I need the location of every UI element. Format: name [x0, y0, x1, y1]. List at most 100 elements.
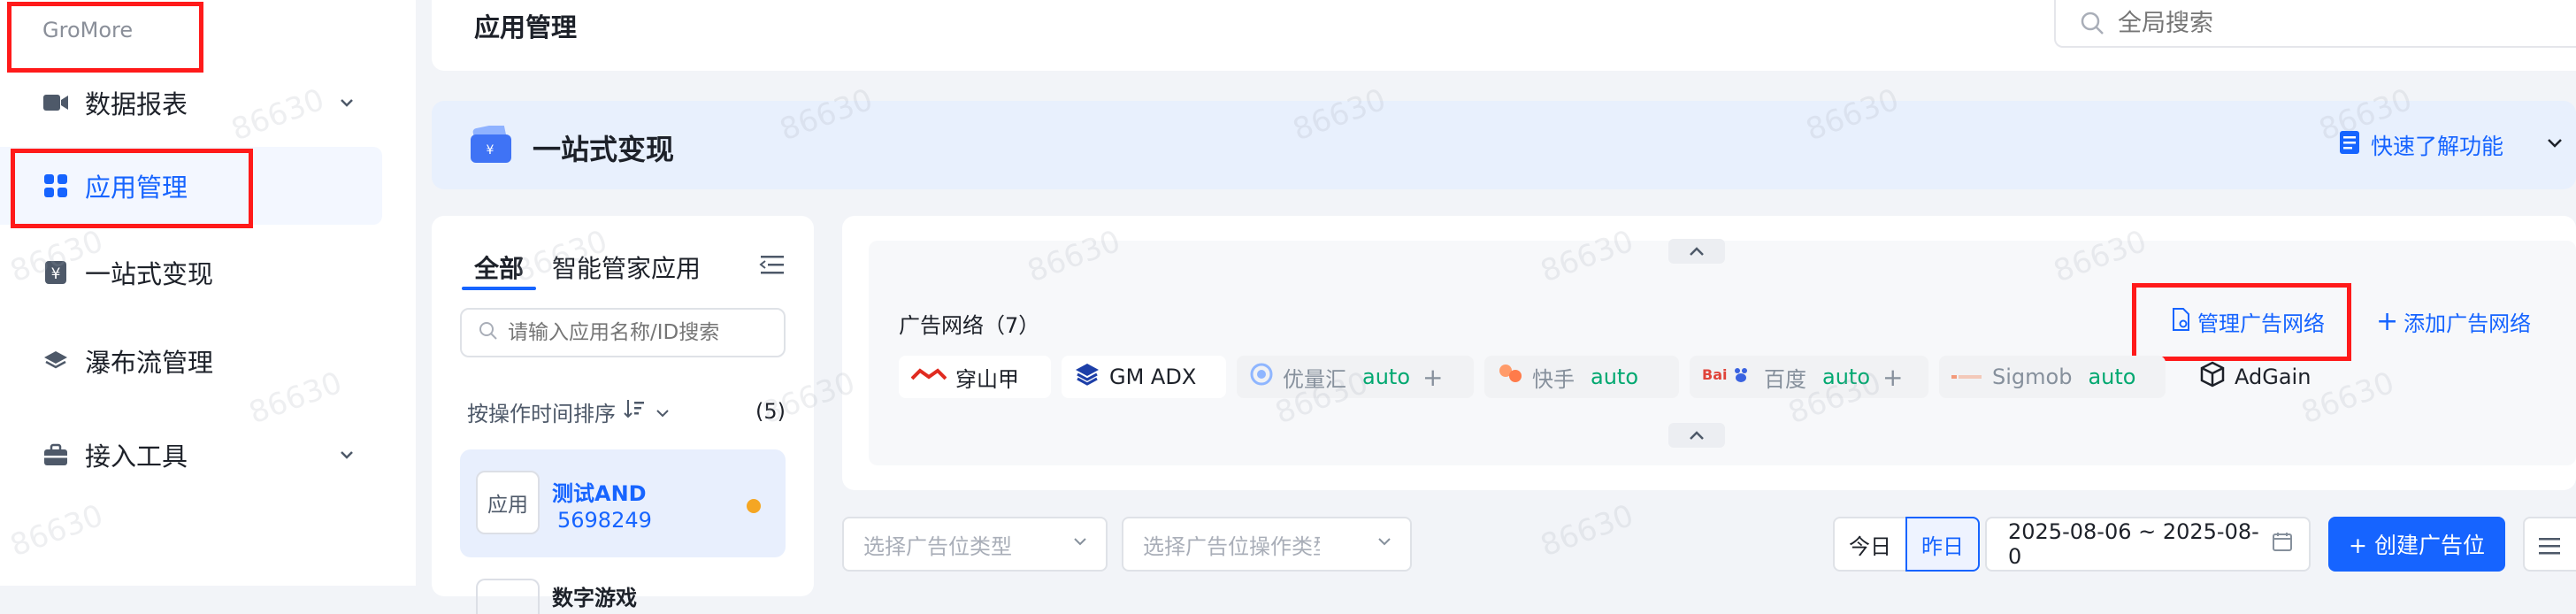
add-ad-network-button[interactable]: + 添加广告网络 — [2376, 306, 2531, 337]
pangle-icon — [910, 365, 947, 389]
chevron-down-icon[interactable] — [653, 403, 672, 428]
network-chip-pangle[interactable]: 穿山甲 — [899, 356, 1051, 398]
network-name: Sigmob — [1992, 365, 2073, 389]
ad-network-panel: 广告网络（7） 管理广告网络 + 添加广告网络 穿山甲 GM ADX 优量汇 a… — [842, 216, 2576, 490]
auto-badge: auto — [1591, 365, 1639, 389]
sidebar-item-waterfall[interactable]: 瀑布流管理 — [0, 322, 382, 400]
top-bar: 应用管理 — [432, 0, 2576, 71]
today-button[interactable]: 今日 — [1833, 517, 1907, 572]
add-ad-network-label: 添加广告网络 — [2404, 311, 2532, 336]
sort-label[interactable]: 按操作时间排序 — [467, 396, 616, 427]
sidebar-item-integration-tools[interactable]: 接入工具 — [0, 416, 382, 494]
network-chip-sigmob[interactable]: Sigmob auto — [1939, 356, 2166, 398]
collapse-up-button[interactable] — [1668, 423, 1725, 448]
sidebar-item-monetization[interactable]: ¥ 一站式变现 — [0, 234, 382, 311]
banner-title: 一站式变现 — [533, 133, 675, 166]
manage-ad-network-label: 管理广告网络 — [2197, 311, 2325, 336]
chevron-down-icon — [336, 444, 357, 465]
tab-underline — [462, 287, 536, 290]
file-settings-icon — [2171, 307, 2190, 336]
network-chip-baidu[interactable]: Bai 百度 auto + — [1690, 356, 1928, 398]
search-icon — [478, 320, 499, 345]
sidebar-item-data-report[interactable]: 数据报表 — [0, 64, 382, 142]
date-range-picker[interactable]: 2025-08-06 ~ 2025-08-0 — [1985, 517, 2311, 572]
global-search-input[interactable] — [2118, 9, 2420, 37]
app-search-input[interactable] — [508, 321, 764, 344]
network-name: GM ADX — [1109, 365, 1197, 389]
manage-ad-network-button[interactable]: 管理广告网络 — [2171, 306, 2325, 337]
brand-logo: GroMore — [42, 18, 134, 42]
ylh-icon — [1249, 362, 1274, 392]
sidebar-item-app-management[interactable]: 应用管理 — [0, 147, 382, 225]
sidebar-item-label: 一站式变现 — [85, 259, 214, 289]
plus-icon[interactable]: + — [1422, 363, 1443, 392]
more-options-button[interactable] — [2523, 517, 2576, 572]
app-list-item[interactable]: 数字游戏 — [460, 579, 786, 614]
app-name: 数字游戏 — [552, 586, 637, 610]
global-search-box[interactable] — [2054, 0, 2576, 48]
gm-adx-icon — [1074, 361, 1100, 393]
collapse-up-button[interactable] — [1668, 239, 1725, 264]
sidebar-item-label: 应用管理 — [85, 173, 188, 203]
quick-learn-link[interactable]: 快速了解功能 — [2339, 129, 2565, 161]
network-chip-kuaishou[interactable]: 快手 auto — [1484, 356, 1679, 398]
status-dot — [747, 499, 761, 513]
app-list-panel: 全部 智能管家应用 按操作时间排序 (5) 应用 测试AND 5698249 数… — [432, 216, 814, 614]
auto-badge: auto — [2088, 365, 2136, 389]
chevron-down-icon — [336, 92, 357, 113]
quick-learn-label: 快速了解功能 — [2371, 134, 2504, 159]
create-ad-slot-button[interactable]: + 创建广告位 — [2328, 517, 2505, 572]
page-title: 应用管理 — [474, 12, 578, 42]
slot-type-placeholder: 选择广告位类型 — [863, 533, 1012, 559]
app-avatar: 应用 — [476, 471, 540, 534]
chevron-down-icon[interactable] — [2544, 132, 2565, 158]
svg-text:¥: ¥ — [487, 143, 494, 157]
toolbox-icon — [41, 440, 71, 470]
sidebar: GroMore 数据报表 应用管理 ¥ 一站式变现 瀑布流管理 接入工具 — [0, 0, 416, 586]
app-id: 5698249 — [557, 508, 652, 533]
tab-smart-manager[interactable]: 智能管家应用 — [552, 249, 701, 285]
yen-icon: ¥ — [41, 257, 71, 288]
network-chip-gm-adx[interactable]: GM ADX — [1062, 356, 1226, 398]
chevron-down-icon — [1375, 532, 1394, 556]
adgain-icon — [2199, 361, 2226, 393]
sidebar-item-label: 瀑布流管理 — [85, 348, 214, 378]
sort-icon[interactable] — [623, 397, 646, 426]
network-name: 百度 — [1764, 366, 1806, 392]
monetization-banner: ¥ 一站式变现 快速了解功能 — [432, 101, 2576, 189]
network-name: AdGain — [2235, 365, 2312, 389]
video-report-icon — [41, 88, 71, 118]
app-count: (5) — [755, 399, 786, 424]
auto-badge: auto — [1362, 365, 1411, 389]
search-icon — [2079, 10, 2105, 36]
plus-icon[interactable]: + — [1882, 363, 1903, 392]
svg-text:Bai: Bai — [1702, 366, 1727, 383]
network-chip-ylh[interactable]: 优量汇 auto + — [1237, 356, 1474, 398]
sigmob-icon — [1951, 365, 1983, 389]
sidebar-item-label: 数据报表 — [85, 89, 188, 119]
network-chip-adgain[interactable]: AdGain — [2187, 356, 2346, 398]
doc-list-icon — [2339, 130, 2360, 160]
layers-icon — [41, 346, 71, 376]
network-name: 快手 — [1532, 366, 1575, 392]
auto-badge: auto — [1822, 365, 1871, 389]
baidu-icon: Bai — [1702, 364, 1755, 390]
slot-op-type-select[interactable]: 选择广告位操作类型 — [1122, 517, 1412, 572]
collapse-menu-icon[interactable] — [759, 253, 786, 280]
slot-type-select[interactable]: 选择广告位类型 — [842, 517, 1108, 572]
app-search-box[interactable] — [460, 308, 786, 357]
wallet-icon: ¥ — [469, 123, 513, 168]
plus-icon: + — [2376, 305, 2399, 337]
chevron-down-icon — [1070, 532, 1090, 556]
app-grid-icon — [41, 171, 71, 201]
tab-all[interactable]: 全部 — [474, 249, 524, 285]
date-range-value: 2025-08-06 ~ 2025-08-0 — [2008, 519, 2259, 569]
yesterday-button[interactable]: 昨日 — [1905, 517, 1980, 572]
calendar-icon — [2272, 531, 2293, 557]
settings-icon — [2537, 534, 2564, 561]
sort-row: 按操作时间排序 (5) — [467, 395, 786, 428]
svg-text:¥: ¥ — [51, 265, 61, 283]
kuaishou-icon — [1497, 362, 1523, 392]
sidebar-item-label: 接入工具 — [85, 441, 188, 472]
app-list-item[interactable]: 应用 测试AND 5698249 — [460, 449, 786, 557]
